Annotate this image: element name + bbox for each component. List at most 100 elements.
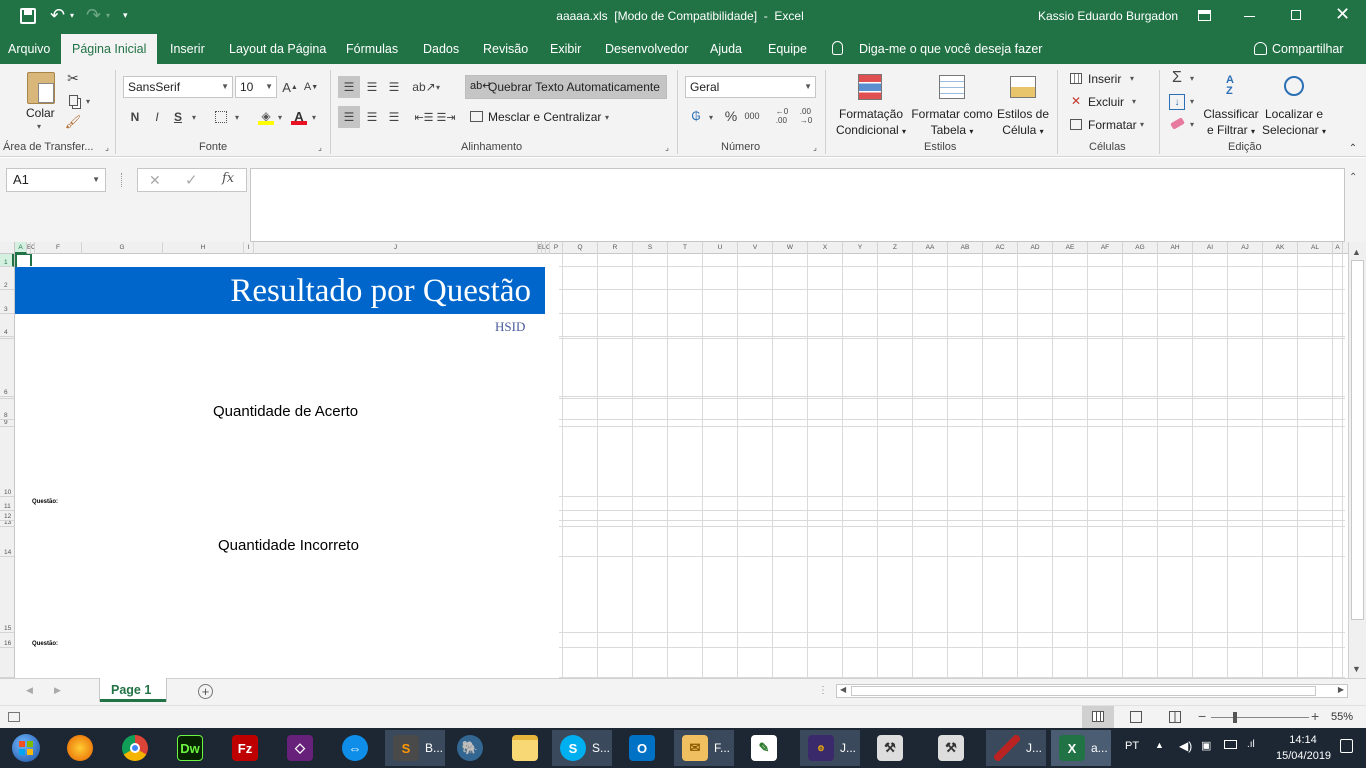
column-header[interactable]: A <box>1333 242 1343 254</box>
insert-dropdown-icon[interactable]: ▾ <box>1130 74 1134 83</box>
align-right-icon[interactable]: ☰ <box>384 106 404 128</box>
bold-button[interactable]: N <box>127 109 143 125</box>
underline-button[interactable]: S <box>170 109 186 125</box>
decrease-indent-icon[interactable]: ⇤☰ <box>414 106 434 128</box>
battery-icon[interactable] <box>1224 740 1237 749</box>
merge-dropdown-icon[interactable]: ▾ <box>605 113 609 122</box>
merge-center-button[interactable]: Mesclar e Centralizar <box>488 110 601 124</box>
tab-arquivo[interactable]: Arquivo <box>8 34 50 64</box>
column-header[interactable]: AA <box>913 242 948 254</box>
tab-exibir[interactable]: Exibir <box>550 34 581 64</box>
alignment-launcher-icon[interactable]: ⌟ <box>663 143 671 152</box>
column-header[interactable]: J <box>254 242 538 254</box>
decrease-decimal-icon[interactable]: .00 →0 <box>797 107 815 125</box>
row-header[interactable]: 8 <box>0 399 14 420</box>
taskbar-postgres[interactable]: 🐘 <box>449 730 501 766</box>
volume-icon[interactable]: ◀) <box>1179 739 1192 753</box>
delete-dropdown-icon[interactable]: ▾ <box>1132 97 1136 106</box>
restore-icon[interactable] <box>1291 10 1301 20</box>
column-header[interactable]: AC <box>983 242 1018 254</box>
tab-splitter-icon[interactable]: ⋮ <box>818 685 828 696</box>
undo-icon[interactable]: ↶ <box>50 5 65 26</box>
scroll-right-icon[interactable]: ▶ <box>1338 685 1344 694</box>
formula-input[interactable] <box>250 168 1345 242</box>
taskbar-java-ee-ide[interactable]: ⚙ J... <box>800 730 860 766</box>
column-header[interactable]: AH <box>1158 242 1193 254</box>
taskbar-dreamweaver[interactable]: Dw <box>169 730 221 766</box>
zoom-out-icon[interactable]: − <box>1198 708 1206 724</box>
tab-ajuda[interactable]: Ajuda <box>710 34 742 64</box>
taskbar-teamviewer[interactable]: ⇔ <box>334 730 386 766</box>
format-as-table-icon[interactable] <box>937 72 967 102</box>
next-sheet-icon[interactable]: ▶ <box>54 685 61 696</box>
insert-function-icon[interactable]: fx <box>222 171 234 186</box>
row-header[interactable]: 14 <box>0 527 14 557</box>
row-header[interactable]: 2 <box>0 267 14 290</box>
scroll-left-icon[interactable]: ◀ <box>840 685 846 694</box>
align-top-icon[interactable]: ☰ <box>338 76 360 98</box>
column-header[interactable]: AF <box>1088 242 1123 254</box>
enter-icon[interactable]: ✓ <box>185 171 198 189</box>
sort-filter-button[interactable]: Classificar e Filtrar ▾ <box>1203 106 1259 140</box>
cell-styles-button[interactable]: Estilos de Célula ▾ <box>996 106 1050 140</box>
scroll-up-icon[interactable]: ▲ <box>1352 247 1361 257</box>
undo-dropdown-icon[interactable]: ▾ <box>70 11 74 20</box>
font-color-icon[interactable]: A <box>290 107 308 125</box>
number-launcher-icon[interactable]: ⌟ <box>811 143 819 152</box>
taskbar-app-j[interactable]: J... <box>986 730 1046 766</box>
percent-button[interactable]: % <box>722 107 740 125</box>
row-header[interactable]: 11 <box>0 497 14 511</box>
fill-dropdown-icon[interactable]: ▾ <box>278 113 282 122</box>
taskbar-mail[interactable]: ✉ F... <box>674 730 734 766</box>
row-header[interactable]: 16 <box>0 633 14 648</box>
taskbar-chrome[interactable] <box>114 730 166 766</box>
autosum-dropdown-icon[interactable]: ▾ <box>1190 74 1194 83</box>
column-header[interactable]: P <box>550 242 563 254</box>
zoom-slider-thumb[interactable] <box>1233 712 1237 723</box>
font-size-select[interactable]: 10 ▼ <box>235 76 277 98</box>
column-header[interactable]: AB <box>948 242 983 254</box>
fill-dropdown-editing-icon[interactable]: ▾ <box>1190 97 1194 106</box>
fill-down-icon[interactable]: ↓ <box>1169 94 1185 110</box>
borders-icon[interactable] <box>213 109 229 125</box>
start-button[interactable] <box>6 731 46 765</box>
delete-cells-icon[interactable]: ✕ <box>1068 94 1084 108</box>
orientation-dropdown-icon[interactable]: ▾ <box>436 83 440 92</box>
increase-decimal-icon[interactable]: ←0.00 <box>773 107 791 125</box>
italic-button[interactable]: I <box>149 109 165 125</box>
redo-dropdown-icon[interactable]: ▾ <box>106 11 110 20</box>
format-dropdown-icon[interactable]: ▾ <box>1140 120 1144 129</box>
row-header[interactable]: 4 <box>0 314 14 337</box>
row-header[interactable]: 15 <box>0 557 14 633</box>
align-left-icon[interactable]: ☰ <box>338 106 360 128</box>
tell-me-search[interactable]: Diga-me o que você deseja fazer <box>859 34 1042 64</box>
column-header[interactable]: Y <box>843 242 878 254</box>
input-language[interactable]: PT <box>1125 740 1139 752</box>
format-cells-icon[interactable] <box>1068 117 1084 131</box>
collapse-ribbon-icon[interactable]: ⌃ <box>1346 142 1360 154</box>
cell-styles-icon[interactable] <box>1008 72 1038 102</box>
font-launcher-icon[interactable]: ⌟ <box>316 143 324 152</box>
redo-icon[interactable]: ↷ <box>86 5 101 26</box>
notifications-icon[interactable] <box>1340 739 1353 753</box>
format-as-table-button[interactable]: Formatar como Tabela ▾ <box>910 106 994 140</box>
user-name[interactable]: Kassio Eduardo Burgadon <box>1038 9 1178 23</box>
wrap-text-button[interactable]: ab↵ Quebrar Texto Automaticamente <box>465 75 667 99</box>
increase-indent-icon[interactable]: ☰⇥ <box>436 106 456 128</box>
column-header[interactable]: AL <box>1298 242 1333 254</box>
column-header[interactable]: S <box>633 242 668 254</box>
tab-dados[interactable]: Dados <box>423 34 459 64</box>
align-center-icon[interactable]: ☰ <box>362 106 382 128</box>
decrease-font-icon[interactable]: A ▼ <box>303 78 319 96</box>
font-color-dropdown-icon[interactable]: ▾ <box>312 113 316 122</box>
column-header[interactable]: A <box>15 242 27 254</box>
conditional-formatting-button[interactable]: Formatação Condicional ▾ <box>834 106 908 140</box>
increase-font-icon[interactable]: A ▲ <box>282 78 298 96</box>
insert-cells-icon[interactable] <box>1068 71 1084 85</box>
tab-equipe[interactable]: Equipe <box>768 34 807 64</box>
close-icon[interactable]: ✕ <box>1335 4 1350 25</box>
row-header[interactable] <box>0 648 14 678</box>
select-all-corner[interactable] <box>0 242 15 254</box>
tab-revisao[interactable]: Revisão <box>483 34 528 64</box>
scroll-down-icon[interactable]: ▼ <box>1352 664 1361 674</box>
